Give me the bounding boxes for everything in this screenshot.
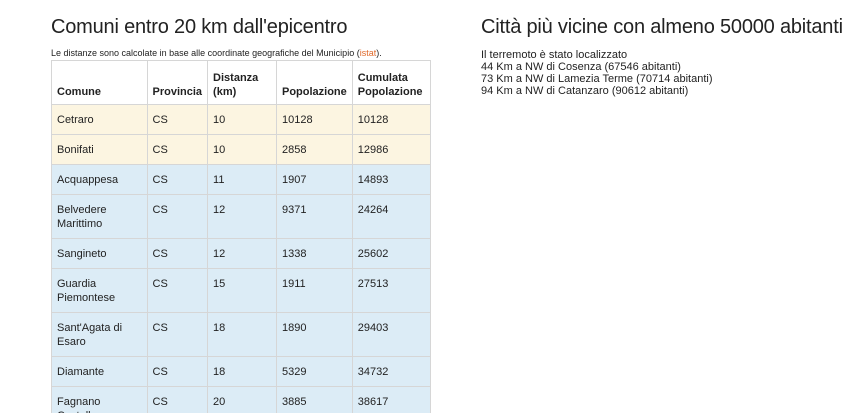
distance-note-tail: ). — [376, 48, 382, 58]
cell-distanza: 15 — [207, 268, 277, 313]
distance-note-text: Le distanze sono calcolate in base alle … — [51, 48, 360, 58]
cell-comune: Guardia Piemontese — [51, 268, 148, 313]
table-row: Acquappesa CS 11 1907 14893 — [51, 164, 432, 195]
cell-distanza: 12 — [207, 194, 277, 239]
cell-comune: Acquappesa — [51, 164, 148, 195]
cell-popolazione: 1907 — [275, 164, 353, 195]
city-distance-catanzaro: 94 Km a NW di Catanzaro (90612 abitanti) — [481, 85, 689, 97]
cell-cumulata: 27513 — [351, 268, 432, 313]
section-title-comuni: Comuni entro 20 km dall'epicentro — [51, 16, 348, 38]
section-title-cities: Città più vicine con almeno 50000 abitan… — [481, 16, 843, 38]
column-header-comune: Comune — [51, 60, 148, 105]
table-header-row: Comune Provincia Distanza (km) Popolazio… — [51, 60, 432, 105]
cell-popolazione: 5329 — [275, 356, 353, 387]
cell-distanza: 20 — [207, 386, 277, 413]
cell-distanza: 18 — [207, 312, 277, 357]
table-row: Cetraro CS 10 10128 10128 — [51, 104, 432, 135]
cell-provincia: CS — [146, 312, 209, 357]
cell-cumulata: 12986 — [351, 134, 432, 165]
column-header-popolazione: Popolazione — [275, 60, 353, 105]
cell-cumulata: 38617 — [351, 386, 432, 413]
cell-popolazione: 1890 — [275, 312, 353, 357]
cell-comune: Fagnano Castello — [51, 386, 148, 413]
cell-provincia: CS — [146, 134, 209, 165]
column-header-cumulata: Cumulata Popolazione — [351, 60, 432, 105]
column-header-provincia: Provincia — [146, 60, 209, 105]
cell-provincia: CS — [146, 356, 209, 387]
table-row: Bonifati CS 10 2858 12986 — [51, 134, 432, 165]
city-distance-lamezia: 73 Km a NW di Lamezia Terme (70714 abita… — [481, 73, 713, 85]
cell-comune: Bonifati — [51, 134, 148, 165]
cell-distanza: 12 — [207, 238, 277, 269]
table-row: Sant'Agata di Esaro CS 18 1890 29403 — [51, 312, 432, 357]
cell-provincia: CS — [146, 238, 209, 269]
cell-provincia: CS — [146, 164, 209, 195]
cell-comune: Cetraro — [51, 104, 148, 135]
cell-provincia: CS — [146, 104, 209, 135]
location-info: Il terremoto è stato localizzato 44 Km a… — [481, 49, 851, 97]
istat-link[interactable]: istat — [360, 48, 377, 58]
cell-comune: Sangineto — [51, 238, 148, 269]
table-row: Sangineto CS 12 1338 25602 — [51, 238, 432, 269]
cell-distanza: 18 — [207, 356, 277, 387]
location-intro: Il terremoto è stato localizzato — [481, 49, 628, 61]
cell-cumulata: 14893 — [351, 164, 432, 195]
table-row: Belvedere Marittimo CS 12 9371 24264 — [51, 194, 432, 239]
cell-cumulata: 24264 — [351, 194, 432, 239]
page: Comuni entro 20 km dall'epicentro Le dis… — [0, 0, 859, 413]
cell-cumulata: 29403 — [351, 312, 432, 357]
cell-distanza: 10 — [207, 134, 277, 165]
cell-comune: Diamante — [51, 356, 148, 387]
cell-cumulata: 10128 — [351, 104, 432, 135]
cell-distanza: 11 — [207, 164, 277, 195]
nearby-comuni-section: Comuni entro 20 km dall'epicentro Le dis… — [51, 14, 432, 413]
cell-popolazione: 3885 — [275, 386, 353, 413]
table-row: Diamante CS 18 5329 34732 — [51, 356, 432, 387]
cell-provincia: CS — [146, 386, 209, 413]
cell-cumulata: 25602 — [351, 238, 432, 269]
table-row: Guardia Piemontese CS 15 1911 27513 — [51, 268, 432, 313]
column-header-distanza: Distanza (km) — [207, 60, 277, 105]
cell-popolazione: 9371 — [275, 194, 353, 239]
cell-provincia: CS — [146, 268, 209, 313]
cell-popolazione: 1338 — [275, 238, 353, 269]
comuni-table: Comune Provincia Distanza (km) Popolazio… — [51, 60, 432, 413]
cell-popolazione: 1911 — [275, 268, 353, 313]
distance-note: Le distanze sono calcolate in base alle … — [51, 47, 431, 59]
cell-popolazione: 10128 — [275, 104, 353, 135]
cell-distanza: 10 — [207, 104, 277, 135]
nearest-cities-section: Città più vicine con almeno 50000 abitan… — [481, 14, 851, 97]
city-distance-cosenza: 44 Km a NW di Cosenza (67546 abitanti) — [481, 61, 681, 73]
table-row: Fagnano CastelloCS20388538617 — [51, 386, 432, 413]
cell-provincia: CS — [146, 194, 209, 239]
cell-popolazione: 2858 — [275, 134, 353, 165]
cell-comune: Sant'Agata di Esaro — [51, 312, 148, 357]
cell-cumulata: 34732 — [351, 356, 432, 387]
cell-comune: Belvedere Marittimo — [51, 194, 148, 239]
